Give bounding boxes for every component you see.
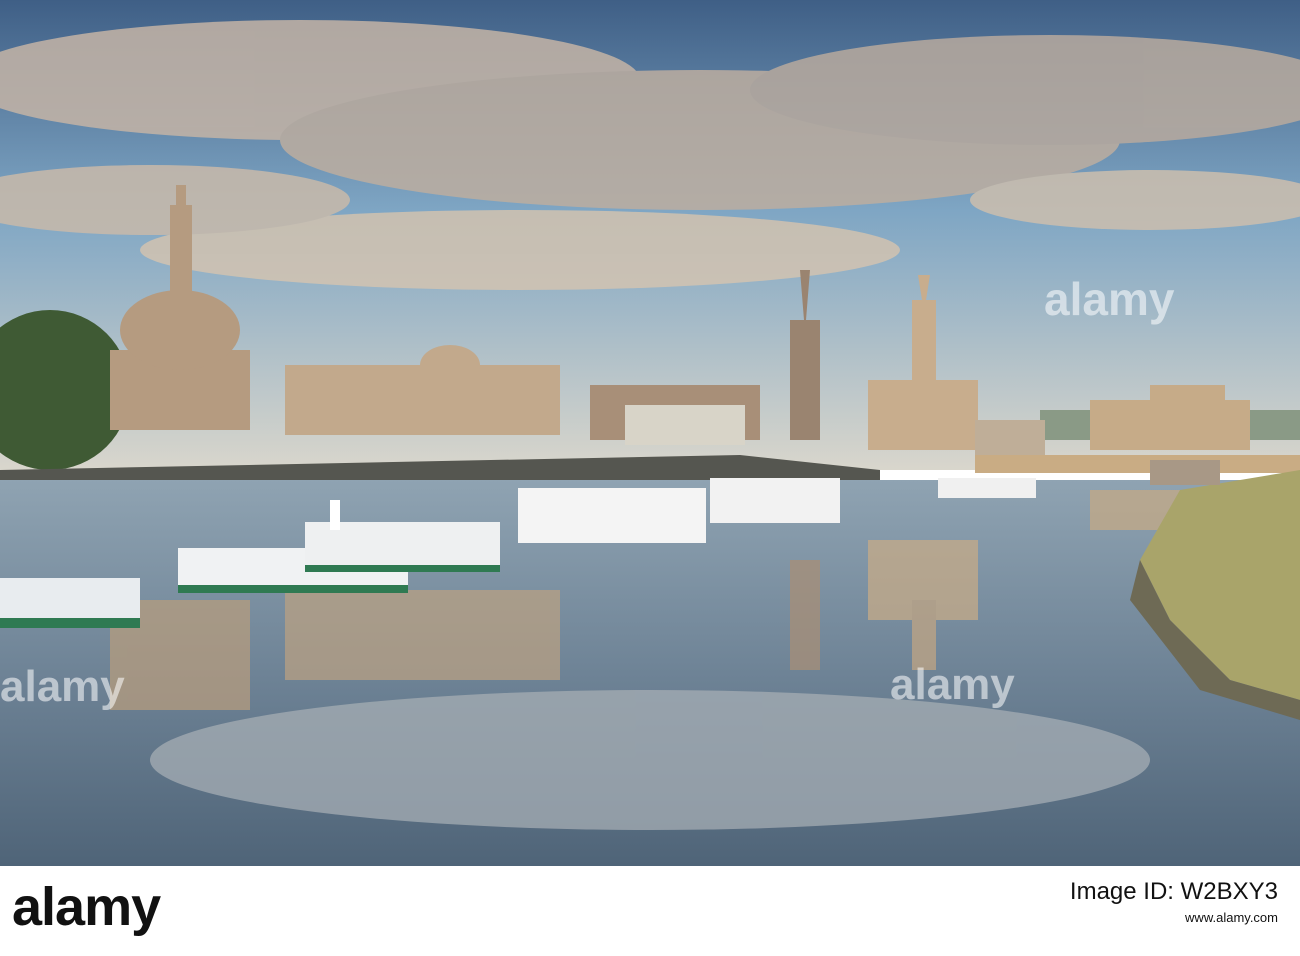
watermark: alamy: [1044, 273, 1175, 325]
augustus-bridge: [975, 455, 1300, 473]
image-info: Image ID: W2BXY3 www.alamy.com: [1070, 878, 1278, 925]
alamy-logo[interactable]: alamy: [12, 876, 161, 938]
boat: [710, 478, 840, 523]
footer-bar: alamy Image ID: W2BXY3 www.alamy.com: [0, 866, 1300, 956]
image-id: Image ID: W2BXY3: [1069, 878, 1278, 905]
watermark: alamy: [890, 660, 1015, 709]
photograph: alamy alamy alamy: [0, 0, 1300, 866]
site-url[interactable]: www.alamy.com: [1070, 910, 1278, 925]
boat: [938, 478, 1036, 498]
watermark: alamy: [0, 662, 125, 711]
boat: [1150, 460, 1220, 485]
boat: [518, 488, 706, 543]
